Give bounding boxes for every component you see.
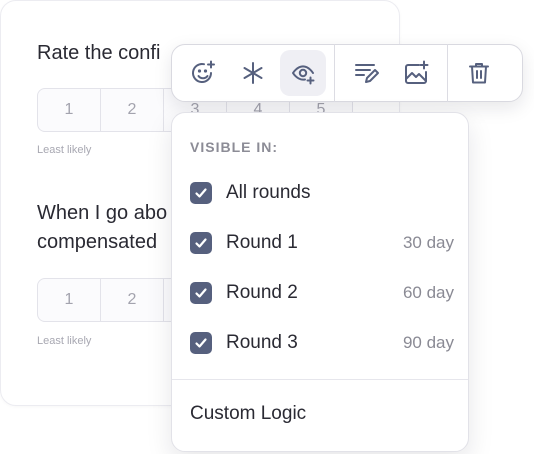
option-label: Round 2 (226, 282, 298, 303)
scale-option[interactable]: 2 (101, 89, 164, 131)
option-meta: 30 day (402, 233, 454, 252)
add-image-button[interactable] (393, 50, 439, 96)
option-all-rounds[interactable]: All rounds (190, 179, 454, 207)
option-label: All rounds (226, 182, 311, 203)
option-label: Round 1 (226, 232, 298, 253)
checkbox-checked[interactable] (190, 182, 212, 204)
scale-hint: Least likely (37, 144, 92, 156)
checkbox-checked[interactable] (190, 232, 212, 254)
dropdown-divider (172, 379, 468, 380)
edit-description-button[interactable] (343, 50, 389, 96)
checkmark-icon (195, 188, 207, 198)
checkmark-icon (195, 338, 207, 348)
checkmark-icon (195, 288, 207, 298)
trash-icon (469, 63, 489, 84)
visibility-button[interactable] (280, 50, 326, 96)
toolbar-divider (447, 44, 448, 102)
add-image-icon (405, 60, 429, 84)
stage: Rate the confi 1 2 3 4 5 Least likely Wh… (0, 0, 534, 454)
question-2-title-line-2: compensated (37, 231, 158, 253)
eye-add-icon (292, 65, 315, 85)
scale-option[interactable]: 2 (101, 279, 164, 321)
checkmark-icon (195, 238, 207, 248)
option-round-1[interactable]: Round 1 30 day (190, 229, 454, 257)
checkbox-checked[interactable] (190, 282, 212, 304)
question-1-title: Rate the confi (37, 42, 161, 64)
visibility-heading: VISIBLE IN: (190, 139, 279, 155)
toolbar-divider (334, 44, 335, 102)
question-2-title: When I go abo compensated (37, 199, 187, 257)
scale-hint: Least likely (37, 335, 92, 347)
delete-button[interactable] (456, 50, 502, 96)
visibility-dropdown: VISIBLE IN: All rounds Round 1 30 day Ro… (171, 112, 469, 452)
question-toolbar (171, 44, 523, 102)
custom-logic-item[interactable]: Custom Logic (190, 403, 306, 425)
add-emoji-icon (192, 60, 215, 83)
required-button[interactable] (230, 50, 276, 96)
edit-lines-icon (355, 64, 379, 83)
option-meta: 60 day (402, 283, 454, 302)
asterisk-icon (243, 62, 263, 84)
scale-option[interactable]: 1 (38, 89, 101, 131)
question-2-title-line-1: When I go abo (37, 202, 168, 224)
option-round-3[interactable]: Round 3 90 day (190, 329, 454, 357)
checkbox-checked[interactable] (190, 332, 212, 354)
option-round-2[interactable]: Round 2 60 day (190, 279, 454, 307)
add-emoji-button[interactable] (180, 50, 226, 96)
scale-option[interactable]: 1 (38, 279, 101, 321)
option-label: Round 3 (226, 332, 298, 353)
option-meta: 90 day (402, 333, 454, 352)
